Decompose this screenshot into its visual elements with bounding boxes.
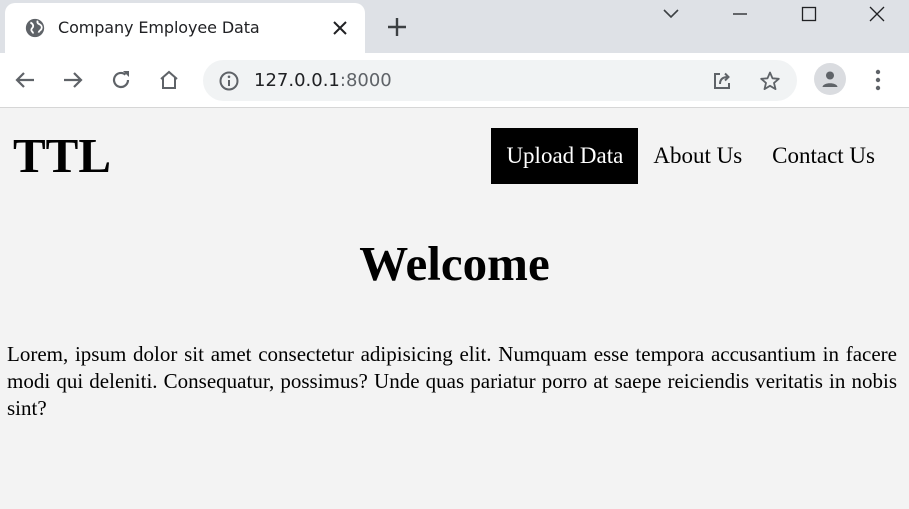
intro-paragraph: Lorem, ipsum dolor sit amet consectetur … — [7, 342, 897, 420]
star-icon — [760, 71, 780, 90]
profile-icon — [822, 71, 838, 87]
maximize-icon — [801, 6, 817, 22]
address-bar[interactable]: 127.0.0.1:8000 — [203, 60, 797, 101]
reload-button[interactable] — [107, 66, 135, 94]
home-icon — [160, 70, 178, 89]
minimize-button[interactable] — [712, 0, 768, 28]
minimize-icon — [733, 13, 747, 15]
browser-toolbar: 127.0.0.1:8000 — [0, 53, 909, 108]
url-text[interactable]: 127.0.0.1:8000 — [254, 70, 392, 91]
url-port: :8000 — [339, 70, 392, 91]
maximize-button[interactable] — [781, 0, 837, 28]
nav-about-us[interactable]: About Us — [638, 128, 757, 184]
browser-titlebar: Company Employee Data — [0, 0, 909, 53]
close-icon[interactable] — [330, 18, 350, 38]
share-button[interactable] — [710, 69, 734, 93]
back-arrow-icon — [15, 72, 34, 88]
forward-button[interactable] — [59, 66, 87, 94]
plus-icon[interactable] — [385, 15, 409, 39]
nav-contact-us[interactable]: Contact Us — [757, 128, 890, 184]
forward-arrow-icon — [64, 72, 83, 88]
page-heading: Welcome — [359, 236, 550, 291]
browser-menu-button[interactable] — [866, 66, 890, 94]
site-logo[interactable]: TTL — [13, 131, 111, 180]
home-button[interactable] — [155, 66, 183, 94]
tab-search-button[interactable] — [643, 0, 699, 28]
kebab-menu-icon — [875, 69, 881, 91]
chevron-down-icon — [663, 9, 679, 19]
tab-title: Company Employee Data — [58, 18, 260, 37]
browser-tab[interactable]: Company Employee Data — [5, 3, 365, 53]
info-icon[interactable] — [218, 70, 240, 92]
close-window-icon — [869, 6, 885, 22]
share-icon — [714, 72, 730, 89]
close-window-button[interactable] — [849, 0, 905, 28]
web-page: TTL Upload Data About Us Contact Us Welc… — [0, 109, 909, 509]
site-nav: Upload Data About Us Contact Us — [491, 128, 890, 184]
bookmark-button[interactable] — [758, 69, 782, 93]
globe-icon — [25, 18, 45, 38]
nav-upload-data[interactable]: Upload Data — [491, 128, 639, 184]
reload-icon — [112, 71, 130, 89]
url-host: 127.0.0.1 — [254, 70, 340, 91]
profile-button[interactable] — [814, 63, 846, 95]
back-button[interactable] — [11, 66, 39, 94]
